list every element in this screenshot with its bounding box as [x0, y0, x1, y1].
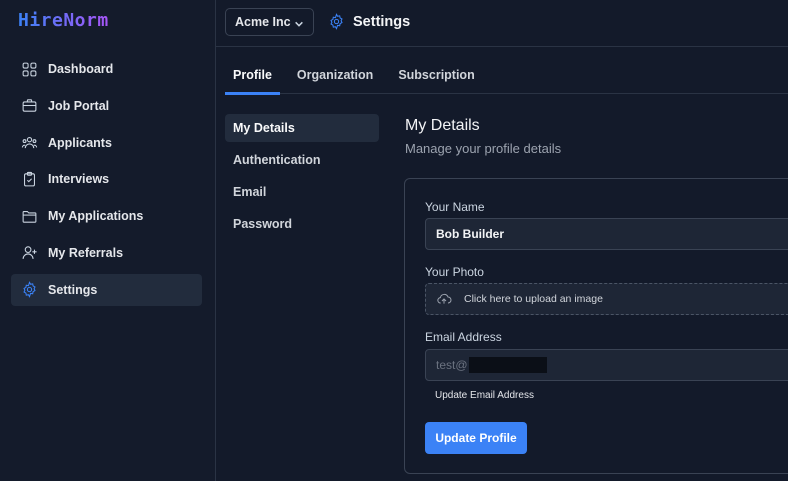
sidebar-nav: Dashboard Job Portal Applicants Intervie…	[11, 53, 202, 311]
app-root: HireNorm Dashboard Job Portal Applicants	[0, 0, 788, 481]
email-label: Email Address	[425, 330, 502, 344]
sidebar-item-job-portal[interactable]: Job Portal	[11, 90, 202, 122]
sidebar-item-settings[interactable]: Settings	[11, 273, 202, 306]
profile-details-card: Your Name Bob Builder Your Photo Click h…	[404, 178, 788, 474]
page-header: Settings	[328, 13, 410, 30]
cloud-upload-icon	[437, 293, 452, 304]
sidebar-item-my-applications[interactable]: My Applications	[11, 200, 202, 232]
sidebar-item-interviews[interactable]: Interviews	[11, 163, 202, 195]
sidebar-item-label: Interviews	[48, 172, 110, 187]
sidebar-item-label: Job Portal	[48, 98, 110, 113]
upload-prompt: Click here to upload an image	[464, 293, 603, 305]
clipboard-icon	[21, 171, 38, 188]
name-field[interactable]: Bob Builder	[425, 218, 788, 250]
photo-upload-dropzone[interactable]: Click here to upload an image	[425, 283, 788, 315]
section-title: My Details	[405, 117, 480, 134]
email-field-value: test@	[436, 358, 468, 372]
tab-subscription[interactable]: Subscription	[390, 56, 482, 94]
app-logo: HireNorm	[18, 10, 109, 31]
sidebar-item-my-referrals[interactable]: My Referrals	[11, 237, 202, 269]
sidebar-item-label: Settings	[48, 282, 98, 297]
name-field-value: Bob Builder	[436, 227, 504, 241]
subnav-item-my-details[interactable]: My Details	[225, 114, 379, 142]
grid-icon	[21, 61, 38, 78]
organization-select[interactable]: Acme Inc	[225, 8, 314, 36]
tab-profile[interactable]: Profile	[225, 56, 280, 95]
organization-select-value: Acme Inc	[235, 15, 291, 29]
user-plus-icon	[21, 244, 38, 261]
sidebar-item-label: Applicants	[48, 135, 112, 150]
profile-subnav: My Details Authentication Email Password	[225, 114, 379, 242]
photo-label: Your Photo	[425, 265, 484, 279]
subnav-item-email[interactable]: Email	[225, 178, 379, 206]
gear-icon	[330, 13, 343, 30]
users-icon	[21, 134, 38, 151]
sidebar-item-label: My Referrals	[48, 245, 124, 260]
briefcase-icon	[21, 97, 38, 114]
sidebar-item-applicants[interactable]: Applicants	[11, 127, 202, 159]
page-title: Settings	[353, 13, 411, 30]
sidebar-item-label: Dashboard	[48, 62, 114, 76]
subnav-item-password[interactable]: Password	[225, 210, 379, 238]
update-profile-button[interactable]: Update Profile	[425, 422, 527, 454]
sidebar-item-label: My Applications	[48, 209, 144, 224]
top-bar: Acme Inc Settings	[216, 0, 788, 47]
email-field[interactable]: test@	[425, 349, 788, 381]
redacted-block	[468, 357, 547, 373]
tab-organization[interactable]: Organization	[289, 56, 381, 94]
subnav-item-authentication[interactable]: Authentication	[225, 146, 379, 174]
chevron-down-icon	[294, 18, 304, 32]
section-subtitle: Manage your profile details	[405, 141, 562, 156]
sidebar: HireNorm Dashboard Job Portal Applicants	[0, 0, 216, 481]
update-email-link[interactable]: Update Email Address	[435, 390, 534, 401]
folder-icon	[21, 208, 38, 225]
settings-tabs: Profile Organization Subscription	[225, 56, 788, 95]
sidebar-item-dashboard[interactable]: Dashboard	[11, 53, 202, 85]
gear-icon	[21, 281, 38, 299]
name-label: Your Name	[425, 200, 485, 214]
